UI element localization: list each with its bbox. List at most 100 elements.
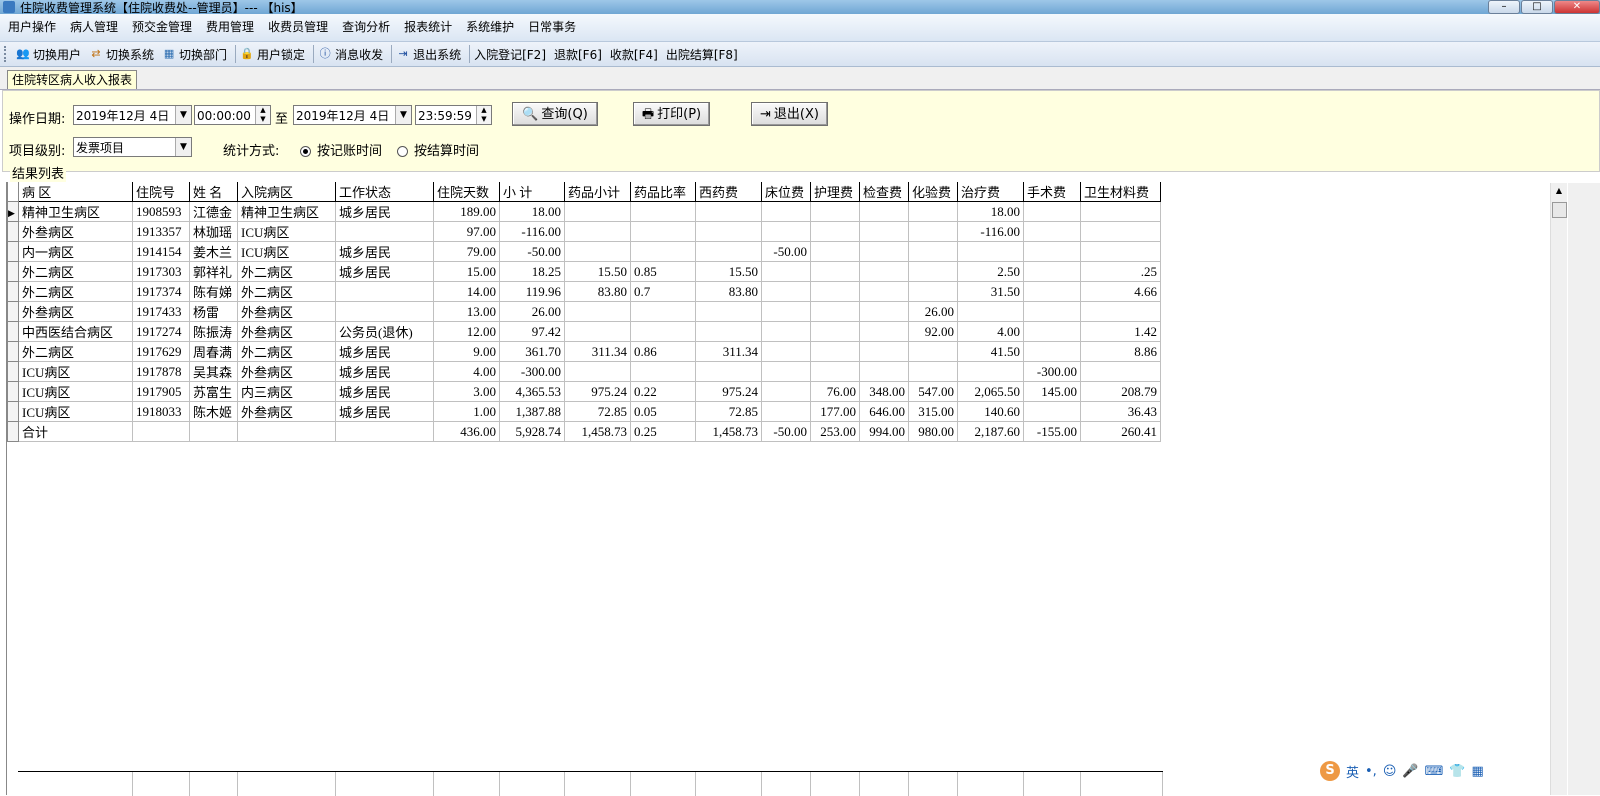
table-cell[interactable]: 348.00 [859,381,909,402]
table-cell[interactable]: 311.34 [564,341,631,362]
table-row[interactable]: 外二病区 1917303 郭祥礼 外二病区 城乡居民 15.00 18.25 15.50 0.8… [7,261,1161,282]
table-cell[interactable] [859,241,909,262]
table-cell[interactable]: 0.05 [630,401,696,422]
discharge-settlement-button[interactable]: 出院结算[F8] [664,43,744,65]
table-cell[interactable] [810,341,860,362]
table-cell[interactable]: 0.86 [630,341,696,362]
table-cell[interactable] [859,201,909,222]
table-cell[interactable] [810,361,860,382]
start-time-field[interactable]: 00:00:00 ▲ ▼ [194,105,271,125]
table-cell[interactable] [957,301,1024,322]
table-cell[interactable]: 周春满 [189,341,238,362]
table-cell[interactable]: 2,187.60 [957,421,1024,442]
table-cell[interactable] [564,241,631,262]
ime-toolbar[interactable]: S 英 •, ☺ 🎤 ⌨ 👕 ▦ [1320,760,1520,782]
table-cell[interactable]: 1.42 [1080,321,1161,342]
table-cell[interactable] [761,221,811,242]
table-cell[interactable] [1023,221,1081,242]
table-cell[interactable] [335,221,434,242]
level-select[interactable]: 发票项目 ▼ [73,137,192,157]
menu-deposit-mgmt[interactable]: 预交金管理 [125,14,199,41]
table-cell[interactable] [859,341,909,362]
table-cell[interactable] [859,261,909,282]
table-cell[interactable]: 外二病区 [237,281,336,302]
menu-reports[interactable]: 报表统计 [397,14,459,41]
col-ward[interactable]: 病 区 [18,182,133,202]
table-cell[interactable]: 城乡居民 [335,361,434,382]
table-cell[interactable] [761,381,811,402]
query-button[interactable]: 🔍 查询(Q) [512,102,598,126]
table-row[interactable]: 外叁病区 1913357 林珈瑶 ICU病区 97.00 -116.00 -116.00 [7,221,1161,242]
table-cell[interactable] [761,281,811,302]
total-row[interactable]: 合计 436.00 5,928.74 1,458.73 0.25 1,458.73 -50.… [7,421,1161,442]
table-cell[interactable]: 13.00 [433,301,500,322]
table-cell[interactable]: 2,065.50 [957,381,1024,402]
table-cell[interactable] [1080,221,1161,242]
table-cell[interactable]: 外叁病区 [18,221,133,242]
switch-user-button[interactable]: 👥 切换用户 [14,43,87,65]
table-cell[interactable]: 547.00 [908,381,958,402]
table-cell[interactable] [630,361,696,382]
table-cell[interactable]: 31.50 [957,281,1024,302]
row-indicator[interactable] [7,321,19,342]
table-cell[interactable] [695,301,762,322]
table-row[interactable]: 外叁病区 1917433 杨雷 外叁病区 13.00 26.00 26.00 [7,301,1161,322]
table-cell[interactable]: 城乡居民 [335,201,434,222]
table-row[interactable]: 外二病区 1917629 周春满 外二病区 城乡居民 9.00 361.70 311.34 0.… [7,341,1161,362]
table-cell[interactable] [859,301,909,322]
table-cell[interactable]: 72.85 [564,401,631,422]
table-cell[interactable] [564,201,631,222]
table-cell[interactable]: 4,365.53 [499,381,565,402]
table-cell[interactable]: 18.00 [499,201,565,222]
table-cell[interactable] [1023,401,1081,422]
table-cell[interactable]: 外二病区 [18,281,133,302]
row-indicator[interactable] [7,301,19,322]
table-cell[interactable] [761,201,811,222]
table-cell[interactable]: 119.96 [499,281,565,302]
scroll-thumb[interactable] [1552,202,1567,218]
table-cell[interactable]: 1917433 [132,301,190,322]
col-nursing-fee[interactable]: 护理费 [810,182,860,202]
row-indicator[interactable]: ▶ [7,201,19,222]
emoji-icon[interactable]: ☺ [1383,764,1397,779]
table-cell[interactable]: 1917374 [132,281,190,302]
menu-system-maint[interactable]: 系统维护 [459,14,521,41]
row-indicator[interactable] [7,261,19,282]
exit-button[interactable]: ⇥ 退出(X) [751,102,828,126]
table-row[interactable]: ICU病区 1917905 苏富生 内三病区 城乡居民 3.00 4,365.53 975.2… [7,381,1161,402]
microphone-icon[interactable]: 🎤 [1402,764,1418,779]
table-cell[interactable] [1080,201,1161,222]
table-cell[interactable] [695,241,762,262]
table-cell[interactable]: 361.70 [499,341,565,362]
table-cell[interactable]: 1917905 [132,381,190,402]
table-cell[interactable] [1023,201,1081,222]
table-cell[interactable] [695,321,762,342]
table-cell[interactable]: 1.00 [433,401,500,422]
table-cell[interactable]: 646.00 [859,401,909,422]
table-cell[interactable]: 26.00 [908,301,958,322]
table-row[interactable]: ICU病区 1918033 陈木姬 外叁病区 城乡居民 1.00 1,387.88 72.85… [7,401,1161,422]
chevron-down-icon[interactable]: ▼ [175,106,191,124]
table-cell[interactable]: 精神卫生病区 [18,201,133,222]
minimize-button[interactable]: – [1488,0,1520,14]
row-indicator[interactable] [7,381,19,402]
table-cell[interactable] [810,321,860,342]
table-cell[interactable] [810,221,860,242]
table-cell[interactable]: 83.80 [695,281,762,302]
table-cell[interactable] [810,241,860,262]
table-cell[interactable]: 177.00 [810,401,860,422]
table-cell[interactable]: 1917303 [132,261,190,282]
table-cell[interactable]: 外叁病区 [237,361,336,382]
table-cell[interactable]: 郭祥礼 [189,261,238,282]
menu-query-analysis[interactable]: 查询分析 [335,14,397,41]
table-cell[interactable]: 189.00 [433,201,500,222]
table-cell[interactable]: 975.24 [695,381,762,402]
table-cell[interactable]: 外叁病区 [237,321,336,342]
table-cell[interactable]: 城乡居民 [335,381,434,402]
col-bed-fee[interactable]: 床位费 [761,182,811,202]
table-cell[interactable]: 26.00 [499,301,565,322]
end-date-picker[interactable]: 2019年12月 4日 ▼ [293,105,412,125]
maximize-button[interactable]: □ [1521,0,1553,14]
table-cell[interactable]: .25 [1080,261,1161,282]
table-cell[interactable]: 合计 [18,421,133,442]
